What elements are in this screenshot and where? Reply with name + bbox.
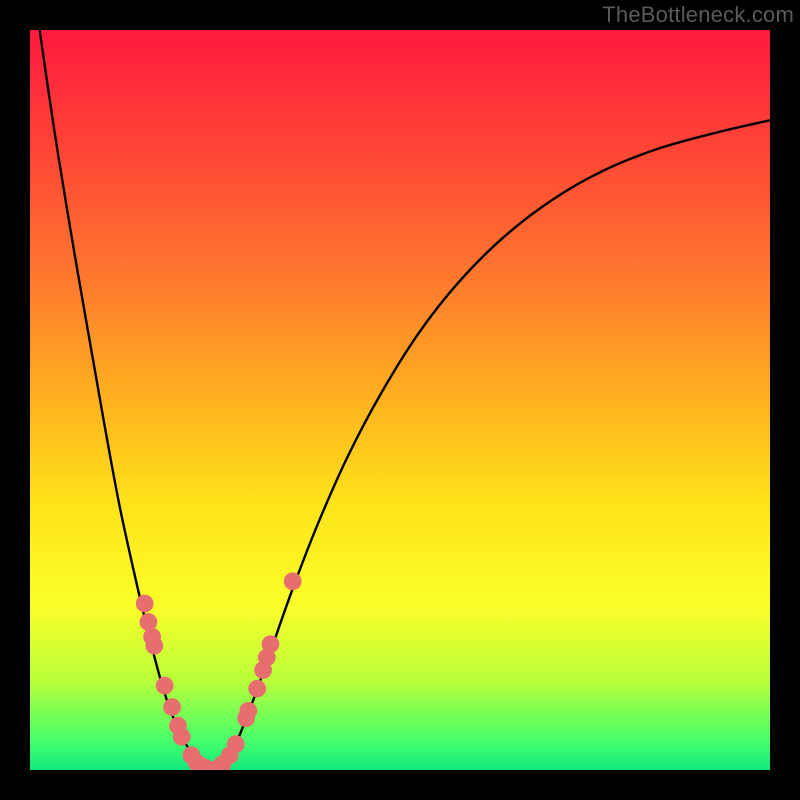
watermark-text: TheBottleneck.com <box>602 2 794 28</box>
severity-gradient <box>30 30 770 770</box>
plot-area <box>30 30 770 770</box>
chart-stage: TheBottleneck.com <box>0 0 800 800</box>
